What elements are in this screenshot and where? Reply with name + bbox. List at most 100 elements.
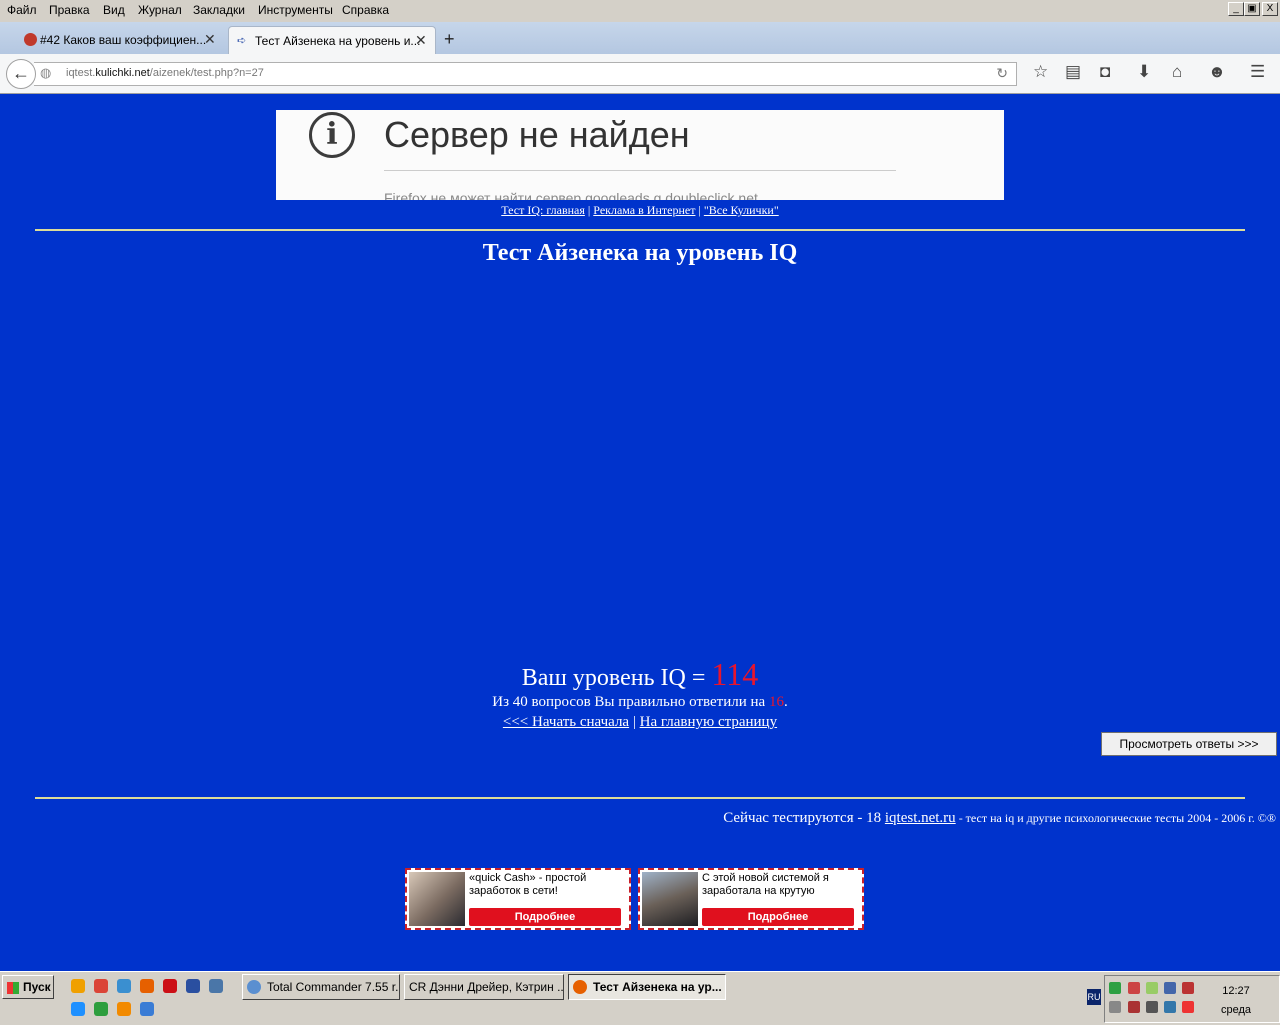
iq-result-label: Ваш уровень IQ = <box>521 665 712 691</box>
view-answers-button[interactable]: Просмотреть ответы >>> <box>1101 732 1277 756</box>
ad-image <box>642 872 698 926</box>
ad-iframe-error: i Сервер не найден Firefox не может найт… <box>276 110 1004 200</box>
info-icon: i <box>309 112 355 158</box>
home-page-link[interactable]: На главную страницу <box>640 714 777 730</box>
menu-edit[interactable]: Правка <box>49 3 90 17</box>
taskbar-task-document[interactable]: CR Дэнни Дрейер, Кэтрин ... <box>404 974 564 1000</box>
menu-history[interactable]: Журнал <box>138 3 182 17</box>
tab-label: #42 Каков ваш коэффициен... <box>40 33 207 47</box>
clock[interactable]: 12:27 среда <box>1206 982 1266 1020</box>
back-arrow-icon: ← <box>12 63 30 83</box>
ad-banner[interactable]: С этой новой системой я заработала на кр… <box>638 868 864 930</box>
correct-count: 16 <box>768 694 784 710</box>
close-tab-icon[interactable]: ✕ <box>204 31 216 48</box>
url-text[interactable]: iqtest.kulichki.net/aizenek/test.php?n=2… <box>66 67 264 79</box>
footer: Сейчас тестируются - 18 iqtest.net.ru - … <box>0 810 1276 827</box>
result-links: <<< Начать сначала | На главную страницу <box>502 714 778 730</box>
globe-icon[interactable] <box>94 1002 108 1016</box>
windows-logo-icon <box>7 981 19 994</box>
link-all-kulichki[interactable]: "Все Кулички" <box>704 203 779 217</box>
tray-app-icon[interactable] <box>1164 1001 1176 1013</box>
firefox-icon <box>573 979 587 994</box>
restore-button[interactable]: ▣ <box>1244 2 1260 16</box>
ad-more-button[interactable]: Подробнее <box>702 908 854 926</box>
start-button[interactable]: Пуск <box>2 975 54 999</box>
avast-icon[interactable] <box>71 979 85 993</box>
pocket-icon[interactable]: ◘ <box>1100 62 1110 82</box>
site-favicon-icon <box>24 33 37 46</box>
network-icon[interactable] <box>1164 982 1176 994</box>
start-label: Пуск <box>23 980 51 994</box>
restart-link[interactable]: <<< Начать сначала <box>503 714 629 730</box>
chrome-icon[interactable] <box>94 979 108 993</box>
volume-icon[interactable] <box>1146 1001 1158 1013</box>
iq-value: 114 <box>711 656 759 692</box>
chat-icon[interactable]: ☻ <box>1208 62 1226 82</box>
divider <box>384 170 896 171</box>
menu-bar: Файл Правка Вид Журнал Закладки Инструме… <box>0 0 1280 22</box>
clock-day: среда <box>1220 1004 1252 1016</box>
site-favicon-icon: ➪ <box>237 35 247 47</box>
tab-aizenek-test[interactable]: ➪ Тест Айзенека на уровень и... ✕ <box>228 26 436 55</box>
taskbar-task-total-commander[interactable]: Total Commander 7.55 r... <box>242 974 400 1000</box>
menu-view[interactable]: Вид <box>103 3 125 17</box>
back-button[interactable]: ← <box>6 59 36 89</box>
url-bar[interactable]: ◍ iqtest.kulichki.net/aizenek/test.php?n… <box>34 62 1017 86</box>
ad-text: «quick Cash» - простой заработок в сети! <box>469 872 587 897</box>
close-tab-icon[interactable]: ✕ <box>415 32 427 49</box>
menu-file[interactable]: Файл <box>7 3 37 17</box>
internet-explorer-icon[interactable] <box>71 1002 85 1016</box>
result-detail-suffix: . <box>783 694 788 710</box>
shield-icon[interactable] <box>1182 982 1194 994</box>
reading-list-icon[interactable]: ▤ <box>1065 62 1081 82</box>
divider <box>35 229 1245 231</box>
odnoklassniki-icon[interactable] <box>117 1002 131 1016</box>
result-detail: Из 40 вопросов Вы правильно ответили на … <box>0 694 1280 711</box>
app-icon[interactable] <box>117 979 131 993</box>
top-links: Тест IQ: главная | Реклама в Интернет | … <box>501 203 779 217</box>
clock-time: 12:27 <box>1222 985 1250 997</box>
tray-app-icon[interactable] <box>1128 1001 1140 1013</box>
tray-app-icon[interactable] <box>1109 1001 1121 1013</box>
home-icon[interactable]: ⌂ <box>1172 62 1182 82</box>
minimize-button[interactable]: _ <box>1228 2 1244 16</box>
menu-bookmarks[interactable]: Закладки <box>193 3 245 17</box>
vk-icon[interactable] <box>209 979 223 993</box>
error-title: Сервер не найден <box>384 114 690 155</box>
opera-icon[interactable] <box>163 979 177 993</box>
result-detail-text: Из 40 вопросов Вы правильно ответили на <box>492 694 769 710</box>
link-advertising[interactable]: Реклама в Интернет <box>593 203 695 217</box>
hamburger-menu-icon[interactable]: ☰ <box>1250 62 1265 82</box>
save-icon[interactable] <box>186 979 200 993</box>
firefox-icon[interactable] <box>140 979 154 993</box>
download-icon[interactable]: ⬇ <box>1137 62 1151 82</box>
tray-app-icon[interactable] <box>1128 982 1140 994</box>
page-title: Тест Айзенека на уровень IQ <box>482 240 798 266</box>
app-icon[interactable] <box>140 1002 154 1016</box>
close-window-button[interactable]: X <box>1262 2 1278 16</box>
bookmark-star-icon[interactable]: ☆ <box>1033 62 1048 82</box>
task-label: Total Commander 7.55 r... <box>267 980 400 994</box>
testing-now-text: Сейчас тестируются - 18 <box>723 810 885 826</box>
tray-app-icon[interactable] <box>1146 982 1158 994</box>
ad-text: С этой новой системой я заработала на кр… <box>702 872 829 897</box>
taskbar-task-firefox[interactable]: Тест Айзенека на ур... <box>568 974 726 1000</box>
reload-icon[interactable]: ↻ <box>996 65 1008 82</box>
divider <box>35 797 1245 799</box>
menu-help[interactable]: Справка <box>342 3 389 17</box>
menu-tools[interactable]: Инструменты <box>258 3 333 17</box>
task-label: Тест Айзенека на ур... <box>593 980 722 994</box>
site-link[interactable]: iqtest.net.ru <box>885 810 956 826</box>
language-indicator[interactable]: RU <box>1087 989 1101 1005</box>
tray-app-icon[interactable] <box>1109 982 1121 994</box>
error-description: Firefox не может найти сервер googleads.… <box>384 190 762 200</box>
link-iq-home[interactable]: Тест IQ: главная <box>501 203 585 217</box>
task-label: CR Дэнни Дрейер, Кэтрин ... <box>409 980 564 994</box>
opera-tray-icon[interactable] <box>1182 1001 1194 1013</box>
tab-iq-quiz[interactable]: #42 Каков ваш коэффициен... ✕ <box>14 26 222 54</box>
new-tab-button[interactable]: + <box>444 29 455 50</box>
ad-image <box>409 872 465 926</box>
ad-banner[interactable]: «quick Cash» - простой заработок в сети!… <box>405 868 631 930</box>
ad-more-button[interactable]: Подробнее <box>469 908 621 926</box>
total-commander-icon <box>247 979 261 994</box>
